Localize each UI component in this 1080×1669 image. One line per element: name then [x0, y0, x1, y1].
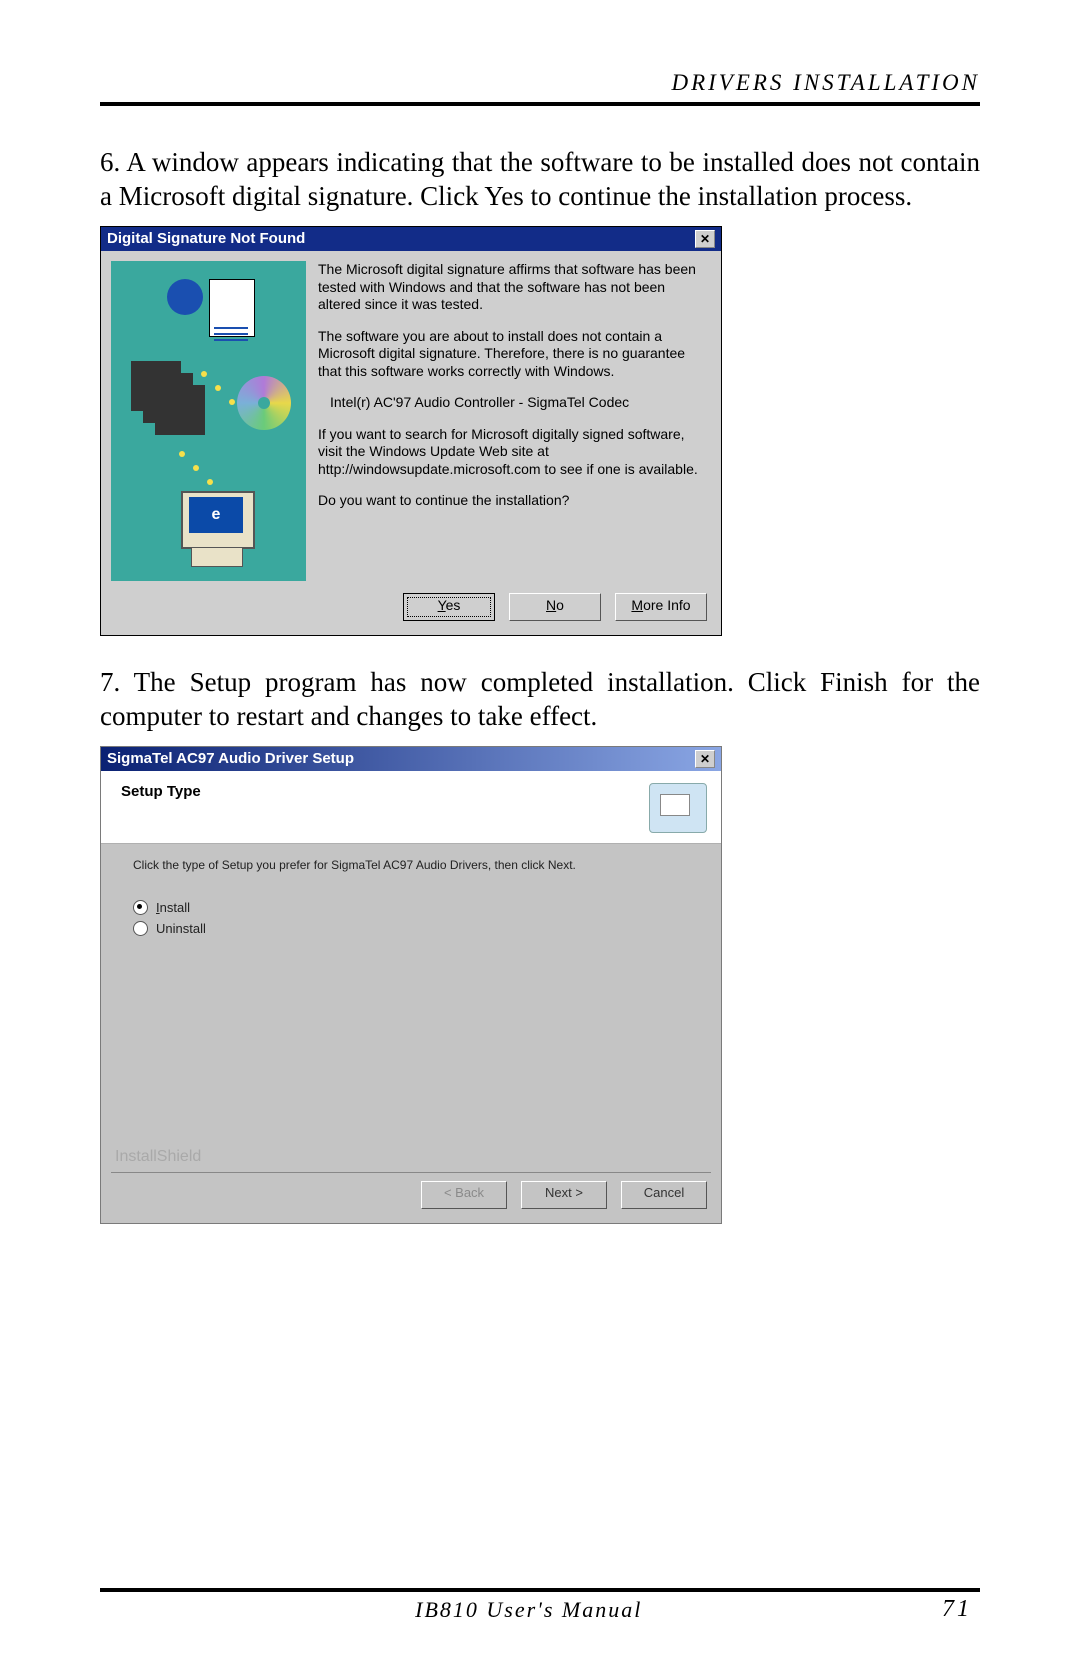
dialog2-titlebar[interactable]: SigmaTel AC97 Audio Driver Setup ✕ — [101, 747, 721, 771]
option-label-rest: nstall — [160, 900, 190, 915]
button-label-rest: es — [446, 597, 461, 613]
setup-type-heading: Setup Type — [121, 783, 201, 800]
globe-icon — [167, 279, 203, 315]
mnemonic-char: M — [631, 597, 643, 613]
installshield-brand: InstallShield — [101, 1148, 721, 1172]
rule-bottom — [100, 1588, 980, 1592]
button-label-rest: o — [556, 597, 564, 613]
dialog1-paragraph-3: If you want to search for Microsoft digi… — [318, 426, 711, 479]
step-7-text: 7. The Setup program has now completed i… — [100, 666, 980, 734]
dialog-digital-signature: Digital Signature Not Found ✕ e The Micr… — [100, 226, 722, 637]
mnemonic-char: Y — [438, 597, 446, 613]
dialog1-title-text: Digital Signature Not Found — [107, 230, 305, 249]
button-label-rest: ext > — [554, 1185, 583, 1200]
no-button[interactable]: No — [509, 593, 601, 621]
monitor-base-icon — [191, 547, 243, 567]
radio-icon — [133, 921, 148, 936]
step-6-text: 6. A window appears indicating that the … — [100, 146, 980, 214]
close-icon[interactable]: ✕ — [695, 750, 715, 768]
back-button[interactable]: < Back — [421, 1181, 507, 1209]
dialog2-separator — [111, 1172, 711, 1173]
radio-install[interactable]: Install — [133, 900, 701, 915]
windows-cascade-icon — [131, 361, 181, 411]
radio-uninstall[interactable]: Uninstall — [133, 921, 701, 936]
cancel-button[interactable]: Cancel — [621, 1181, 707, 1209]
close-icon[interactable]: ✕ — [695, 230, 715, 248]
monitor-screen-icon: e — [189, 497, 243, 533]
dialog1-titlebar[interactable]: Digital Signature Not Found ✕ — [101, 227, 721, 252]
radio-icon — [133, 900, 148, 915]
page-lines-icon — [214, 327, 248, 329]
setup-instruction: Click the type of Setup you prefer for S… — [133, 858, 701, 872]
dialog1-device-name: Intel(r) AC'97 Audio Controller - SigmaT… — [318, 394, 711, 412]
button-prefix: < — [444, 1185, 455, 1200]
mnemonic-char: B — [455, 1185, 464, 1200]
footer-manual-title: IB810 User's Manual — [415, 1597, 642, 1623]
option-label: Uninstall — [156, 921, 206, 936]
dialog1-paragraph-4: Do you want to continue the installation… — [318, 492, 711, 510]
more-info-button[interactable]: More Info — [615, 593, 707, 621]
rule-top — [100, 102, 980, 106]
next-button[interactable]: Next > — [521, 1181, 607, 1209]
section-header: DRIVERS INSTALLATION — [100, 70, 980, 102]
button-label-rest: ore Info — [643, 597, 690, 613]
dots-icon — [179, 451, 185, 457]
footer-page-number: 71 — [942, 1596, 972, 1623]
mnemonic-char: N — [545, 1185, 554, 1200]
dialog2-title-text: SigmaTel AC97 Audio Driver Setup — [107, 750, 354, 767]
mnemonic-char: N — [546, 597, 556, 613]
installer-icon — [649, 783, 707, 833]
dialog1-paragraph-2: The software you are about to install do… — [318, 328, 711, 381]
button-label-rest: ack — [464, 1185, 484, 1200]
dialog-setup-type: SigmaTel AC97 Audio Driver Setup ✕ Setup… — [100, 746, 722, 1224]
dialog1-illustration: e — [111, 261, 306, 581]
dialog1-paragraph-1: The Microsoft digital signature affirms … — [318, 261, 711, 314]
dots-icon — [201, 371, 207, 377]
yes-button[interactable]: Yes — [403, 593, 495, 621]
